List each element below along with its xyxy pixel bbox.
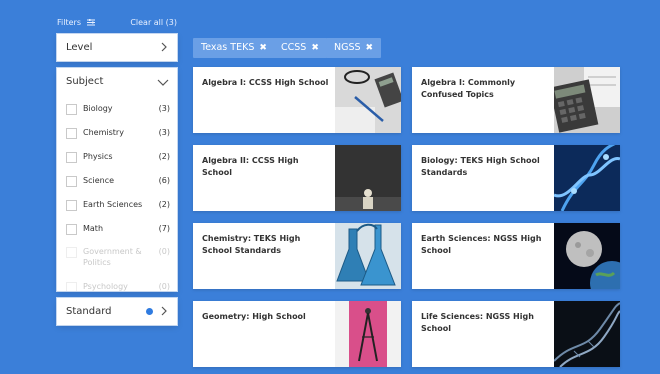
compass-icon [335,301,401,367]
subject-option-count: (2) [158,152,170,161]
checkbox[interactable] [66,104,77,115]
checkbox [66,282,77,291]
filters-title: Filters [57,18,95,27]
subject-option-chemistry[interactable]: Chemistry (3) [66,127,170,141]
subject-option-count: (6) [158,176,170,185]
course-title: Geometry: High School [202,312,306,321]
subject-option-label: Government & Politics [83,247,142,267]
clear-all-link[interactable]: Clear all (3) [130,18,177,27]
subject-label[interactable]: Subject [66,76,103,87]
flask-icon [335,223,401,289]
chip-label: Texas TEKS [201,42,255,53]
course-card[interactable]: Algebra II: CCSS High School [193,145,401,211]
remove-icon[interactable]: ✖ [311,43,319,53]
subject-option-label: Earth Sciences [83,200,143,209]
subject-option-count: (0) [158,247,170,256]
remove-icon[interactable]: ✖ [366,43,374,53]
course-title: Life Sciences: NGSS High School [421,312,534,333]
course-card[interactable]: Biology: TEKS High School Standards [412,145,620,211]
earth-moon-icon [554,223,620,289]
chevron-right-icon [161,42,167,52]
subject-option-psychology: Psychology (0) [66,281,170,291]
course-title: Biology: TEKS High School Standards [421,156,540,177]
remove-icon[interactable]: ✖ [259,43,267,53]
standard-filter[interactable]: Standard [57,298,177,325]
chip-ngss[interactable]: NGSS ✖ [326,38,382,58]
filters-header: Filters Clear all (3) [57,18,177,32]
course-card[interactable]: Algebra I: Commonly Confused Topics [412,67,620,133]
chevron-down-icon[interactable] [157,77,169,87]
checkbox[interactable] [66,200,77,211]
active-filter-dot [146,308,153,315]
subject-option-physics[interactable]: Physics (2) [66,151,170,165]
subject-option-label: Biology [83,104,113,113]
level-label: Level [66,42,93,53]
checkbox[interactable] [66,176,77,187]
tune-icon [86,19,95,26]
subject-option-count: (0) [158,282,170,291]
course-card[interactable]: Earth Sciences: NGSS High School [412,223,620,289]
subject-option-label: Physics [83,152,113,161]
subject-option-count: (7) [158,224,170,233]
checkbox[interactable] [66,224,77,235]
chip-label: CCSS [281,42,307,53]
course-card[interactable]: Life Sciences: NGSS High School [412,301,620,367]
course-card[interactable]: Geometry: High School [193,301,401,367]
subject-option-label: Psychology [83,282,128,291]
standard-label: Standard [66,306,112,317]
subject-option-label: Science [83,176,115,185]
subject-option-government-politics: Government & Politics (0) [66,246,170,268]
subject-option-label: Math [83,224,104,233]
dna-helix-icon [554,301,620,367]
subject-option-math[interactable]: Math (7) [66,223,170,237]
calculator-icon [554,67,620,133]
chip-ccss[interactable]: CCSS ✖ [273,38,327,58]
course-title: Earth Sciences: NGSS High School [421,234,542,255]
checkbox[interactable] [66,128,77,139]
subject-option-count: (2) [158,200,170,209]
course-title: Algebra I: CCSS High School [202,78,329,87]
subject-option-count: (3) [158,128,170,137]
chalkboard-icon [335,145,401,211]
checkbox[interactable] [66,152,77,163]
subject-option-earth-sciences[interactable]: Earth Sciences (2) [66,199,170,213]
course-card[interactable]: Algebra I: CCSS High School [193,67,401,133]
subject-option-count: (3) [158,104,170,113]
subject-option-label: Chemistry [83,128,124,137]
chip-label: NGSS [334,42,361,53]
calculator-desk-icon [335,67,401,133]
subject-filter: Subject Biology (3) Chemistry (3) Physic… [57,68,177,291]
subject-option-science[interactable]: Science (6) [66,175,170,189]
dna-icon [554,145,620,211]
level-filter[interactable]: Level [57,34,177,61]
course-card[interactable]: Chemistry: TEKS High School Standards [193,223,401,289]
course-title: Chemistry: TEKS High School Standards [202,234,301,255]
checkbox [66,247,77,258]
course-title: Algebra I: Commonly Confused Topics [421,78,516,99]
page-background: Filters Clear all (3) Level Subject Biol… [0,0,660,374]
course-title: Algebra II: CCSS High School [202,156,299,177]
chip-texas-teks[interactable]: Texas TEKS ✖ [193,38,275,58]
subject-option-biology[interactable]: Biology (3) [66,103,170,117]
chevron-right-icon [161,306,167,316]
